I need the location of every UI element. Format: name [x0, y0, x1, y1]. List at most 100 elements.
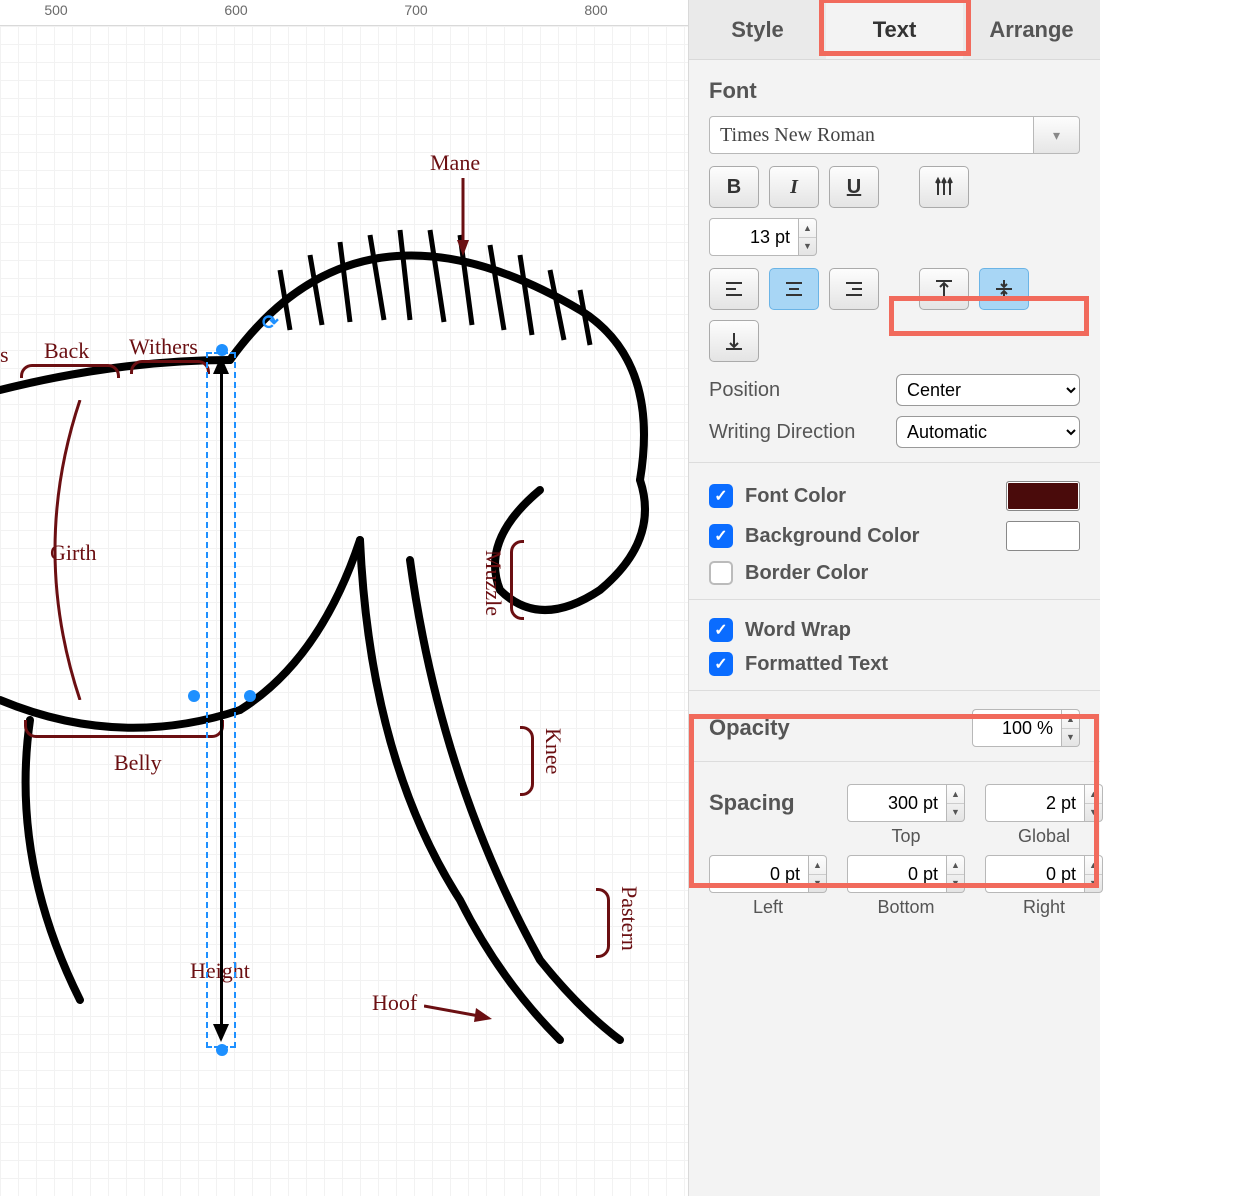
font-section: Font Times New Roman ▾ B I U ▲▼ — [689, 60, 1100, 463]
spacing-global-input[interactable] — [985, 784, 1085, 822]
spacing-top-field[interactable]: ▲▼ — [847, 784, 965, 822]
label-muzzle[interactable]: Muzzle — [480, 550, 506, 616]
horse-diagram[interactable] — [0, 160, 680, 1080]
brace-icon — [20, 364, 120, 378]
label-back[interactable]: Back — [44, 338, 89, 364]
border-color-checkbox[interactable] — [709, 561, 733, 585]
arrowhead-icon — [213, 356, 229, 374]
label-mane[interactable]: Mane — [430, 150, 480, 176]
ruler-horizontal: 500 600 700 800 — [0, 0, 688, 26]
spinner-icon[interactable]: ▲▼ — [947, 855, 965, 893]
vertical-text-button[interactable] — [919, 166, 969, 208]
valign-bottom-button[interactable] — [709, 320, 759, 362]
label-partial[interactable]: s — [0, 342, 9, 368]
italic-button[interactable]: I — [769, 166, 819, 208]
formatted-text-checkbox[interactable]: ✓ — [709, 652, 733, 676]
label-belly[interactable]: Belly — [114, 750, 162, 776]
opacity-section: Opacity ▲▼ — [689, 691, 1100, 762]
spacing-right-input[interactable] — [985, 855, 1085, 893]
word-wrap-checkbox[interactable]: ✓ — [709, 618, 733, 642]
spinner-icon[interactable]: ▲▼ — [809, 855, 827, 893]
underline-button[interactable]: U — [829, 166, 879, 208]
format-panel: Style Text Arrange Font Times New Roman … — [688, 0, 1100, 1196]
label-hoof[interactable]: Hoof — [372, 990, 417, 1016]
selection-handle[interactable] — [188, 690, 200, 702]
arrowhead-icon — [213, 1024, 229, 1042]
label-withers[interactable]: Withers — [129, 334, 198, 360]
selection-handle[interactable] — [244, 690, 256, 702]
tab-style[interactable]: Style — [689, 0, 826, 59]
align-left-button[interactable] — [709, 268, 759, 310]
ruler-tick: 500 — [44, 2, 67, 18]
font-color-label: Font Color — [745, 485, 994, 508]
tab-arrange[interactable]: Arrange — [963, 0, 1100, 59]
spacing-bottom-label: Bottom — [847, 897, 965, 918]
spacing-left-input[interactable] — [709, 855, 809, 893]
spinner-icon[interactable]: ▲▼ — [1085, 784, 1103, 822]
spacing-bottom-field[interactable]: ▲▼ — [847, 855, 965, 893]
girth-curve — [20, 400, 100, 700]
valign-top-button[interactable] — [919, 268, 969, 310]
background-color-label: Background Color — [745, 525, 994, 548]
ruler-tick: 600 — [224, 2, 247, 18]
selection-handle[interactable] — [216, 1044, 228, 1056]
spacing-global-label: Global — [985, 826, 1103, 847]
font-color-swatch[interactable] — [1006, 481, 1080, 511]
spinner-icon[interactable]: ▲▼ — [1085, 855, 1103, 893]
rotate-handle[interactable]: ⟳ — [262, 310, 279, 335]
panel-tabs: Style Text Arrange — [689, 0, 1100, 60]
spacing-global-field[interactable]: ▲▼ — [985, 784, 1103, 822]
brace-icon — [520, 726, 534, 796]
word-wrap-label: Word Wrap — [745, 619, 1080, 642]
font-family-value: Times New Roman — [709, 116, 1034, 154]
font-title: Font — [709, 78, 1080, 104]
dimension-line[interactable] — [220, 372, 223, 1028]
spacing-top-input[interactable] — [847, 784, 947, 822]
selection-handle[interactable] — [216, 344, 228, 356]
brace-icon — [596, 888, 610, 958]
spacing-top-label: Top — [847, 826, 965, 847]
brace-icon — [24, 720, 224, 738]
spinner-icon[interactable]: ▲▼ — [1062, 709, 1080, 747]
bold-button[interactable]: B — [709, 166, 759, 208]
spacing-right-label: Right — [985, 897, 1103, 918]
font-color-checkbox[interactable]: ✓ — [709, 484, 733, 508]
writing-direction-select[interactable]: Automatic — [896, 416, 1080, 448]
align-center-button[interactable] — [769, 268, 819, 310]
tab-text[interactable]: Text — [826, 0, 963, 59]
position-label: Position — [709, 379, 896, 402]
wrap-section: ✓ Word Wrap ✓ Formatted Text — [689, 600, 1100, 691]
arrow-icon — [448, 178, 478, 258]
label-knee[interactable]: Knee — [540, 728, 566, 774]
chevron-down-icon[interactable]: ▾ — [1034, 116, 1080, 154]
arrow-icon — [424, 994, 494, 1024]
spacing-left-field[interactable]: ▲▼ — [709, 855, 827, 893]
background-color-checkbox[interactable]: ✓ — [709, 524, 733, 548]
spacing-right-field[interactable]: ▲▼ — [985, 855, 1103, 893]
font-family-select[interactable]: Times New Roman ▾ — [709, 116, 1080, 154]
spacing-section: Spacing ▲▼ Top ▲▼ Global ▲▼ — [689, 762, 1100, 936]
brace-icon — [510, 540, 524, 620]
spinner-icon[interactable]: ▲▼ — [799, 218, 817, 256]
spinner-icon[interactable]: ▲▼ — [947, 784, 965, 822]
spacing-bottom-input[interactable] — [847, 855, 947, 893]
brace-icon — [130, 360, 210, 374]
border-color-label: Border Color — [745, 562, 1080, 585]
opacity-title: Opacity — [709, 715, 972, 741]
opacity-input[interactable] — [972, 709, 1062, 747]
writing-direction-label: Writing Direction — [709, 421, 896, 444]
valign-middle-button[interactable] — [979, 268, 1029, 310]
font-size-input[interactable] — [709, 218, 799, 256]
label-pastern[interactable]: Pastern — [616, 886, 642, 951]
colors-section: ✓ Font Color ✓ Background Color Border C… — [689, 463, 1100, 600]
ruler-tick: 800 — [584, 2, 607, 18]
canvas-area[interactable]: 500 600 700 800 Mane — [0, 0, 688, 1196]
position-select[interactable]: Center — [896, 374, 1080, 406]
spacing-title: Spacing — [709, 790, 795, 816]
background-color-swatch[interactable] — [1006, 521, 1080, 551]
formatted-text-label: Formatted Text — [745, 653, 1080, 676]
align-right-button[interactable] — [829, 268, 879, 310]
font-size-field[interactable]: ▲▼ — [709, 218, 817, 256]
ruler-tick: 700 — [404, 2, 427, 18]
opacity-field[interactable]: ▲▼ — [972, 709, 1080, 747]
